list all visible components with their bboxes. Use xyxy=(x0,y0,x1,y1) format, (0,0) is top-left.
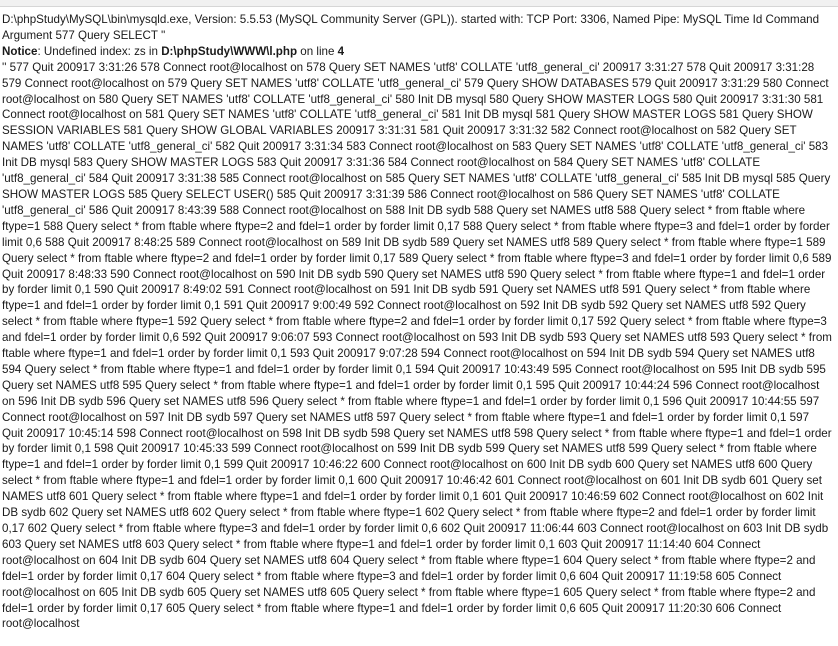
php-notice: Notice: Undefined index: zs in D:\phpStu… xyxy=(2,44,832,60)
log-header: D:\phpStudy\MySQL\bin\mysqld.exe, Versio… xyxy=(2,13,820,42)
notice-label: Notice xyxy=(2,44,38,58)
page-content: D:\phpStudy\MySQL\bin\mysqld.exe, Versio… xyxy=(2,12,832,632)
bookmarks-bar xyxy=(0,0,838,7)
notice-line-text: on line xyxy=(297,44,338,58)
log-body: '' 577 Quit 200917 3:31:26 578 Connect r… xyxy=(2,60,832,631)
notice-message: : Undefined index: zs in xyxy=(37,44,162,58)
notice-line-number: 4 xyxy=(337,44,345,58)
notice-file-path: D:\phpStudy\WWW\l.php xyxy=(161,44,298,58)
